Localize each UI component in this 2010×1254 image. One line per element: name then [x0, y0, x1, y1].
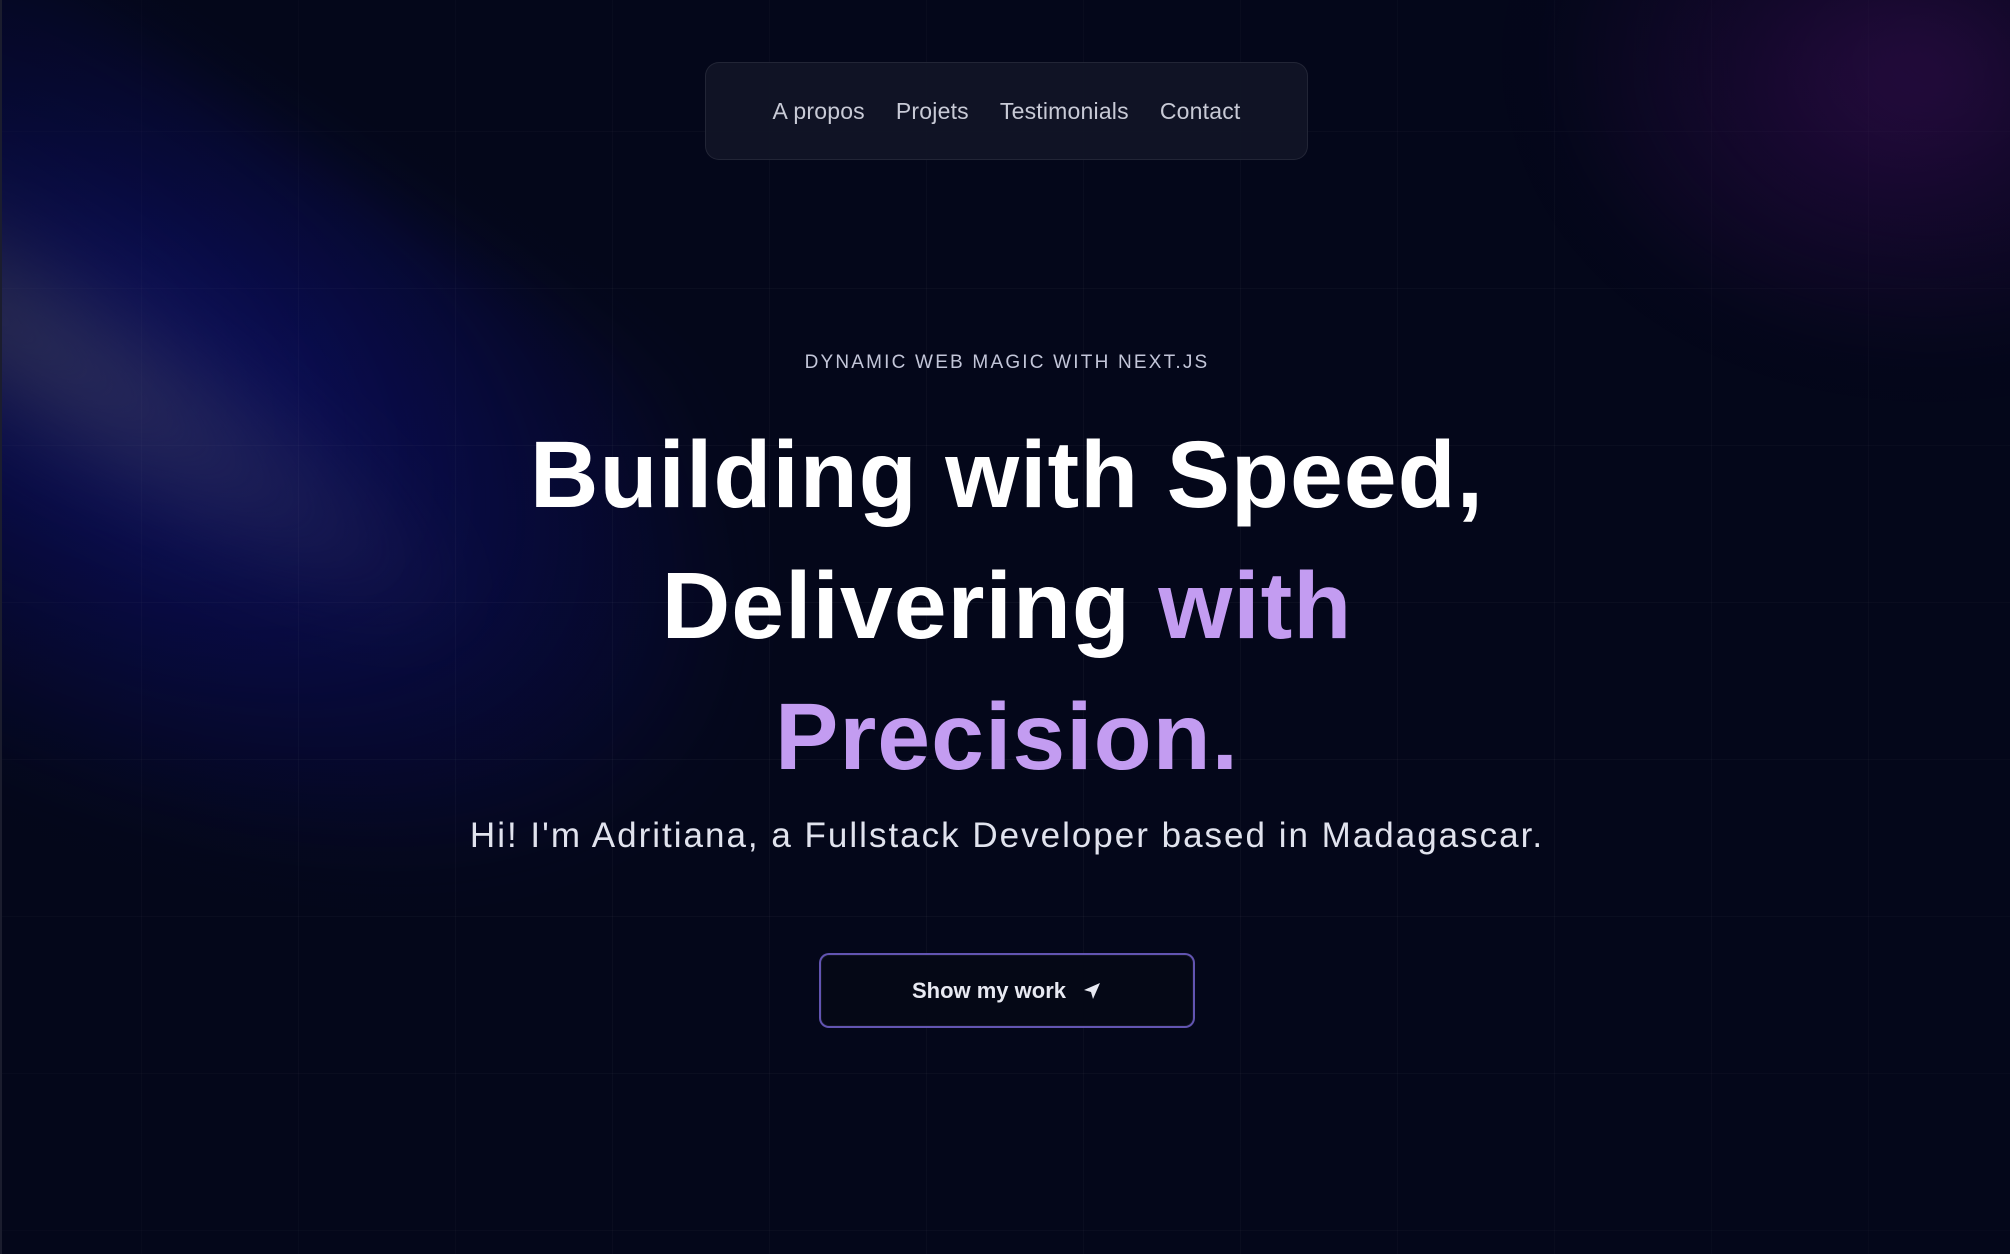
landing-page: A propos Projets Testimonials Contact DY… — [0, 0, 2010, 1254]
headline-line-1: Building with Speed, — [529, 422, 1485, 528]
nav-link-projets[interactable]: Projets — [896, 98, 969, 125]
hero-headline: Building with Speed, Delivering with Prec… — [2, 410, 2010, 803]
send-icon — [1082, 981, 1102, 1001]
hero-subtitle: DYNAMIC WEB MAGIC WITH NEXT.JS — [804, 352, 1210, 373]
show-my-work-button[interactable]: Show my work — [819, 953, 1195, 1028]
nav-link-a-propos[interactable]: A propos — [773, 98, 865, 125]
nav-link-testimonials[interactable]: Testimonials — [1000, 98, 1129, 125]
hero-intro: Hi! I'm Adritiana, a Fullstack Developer… — [469, 816, 1545, 855]
floating-navbar: A propos Projets Testimonials Contact — [705, 62, 1308, 160]
headline-line-2: Delivering — [661, 553, 1131, 659]
cta-label: Show my work — [911, 977, 1067, 1003]
nav-link-contact[interactable]: Contact — [1160, 98, 1241, 125]
